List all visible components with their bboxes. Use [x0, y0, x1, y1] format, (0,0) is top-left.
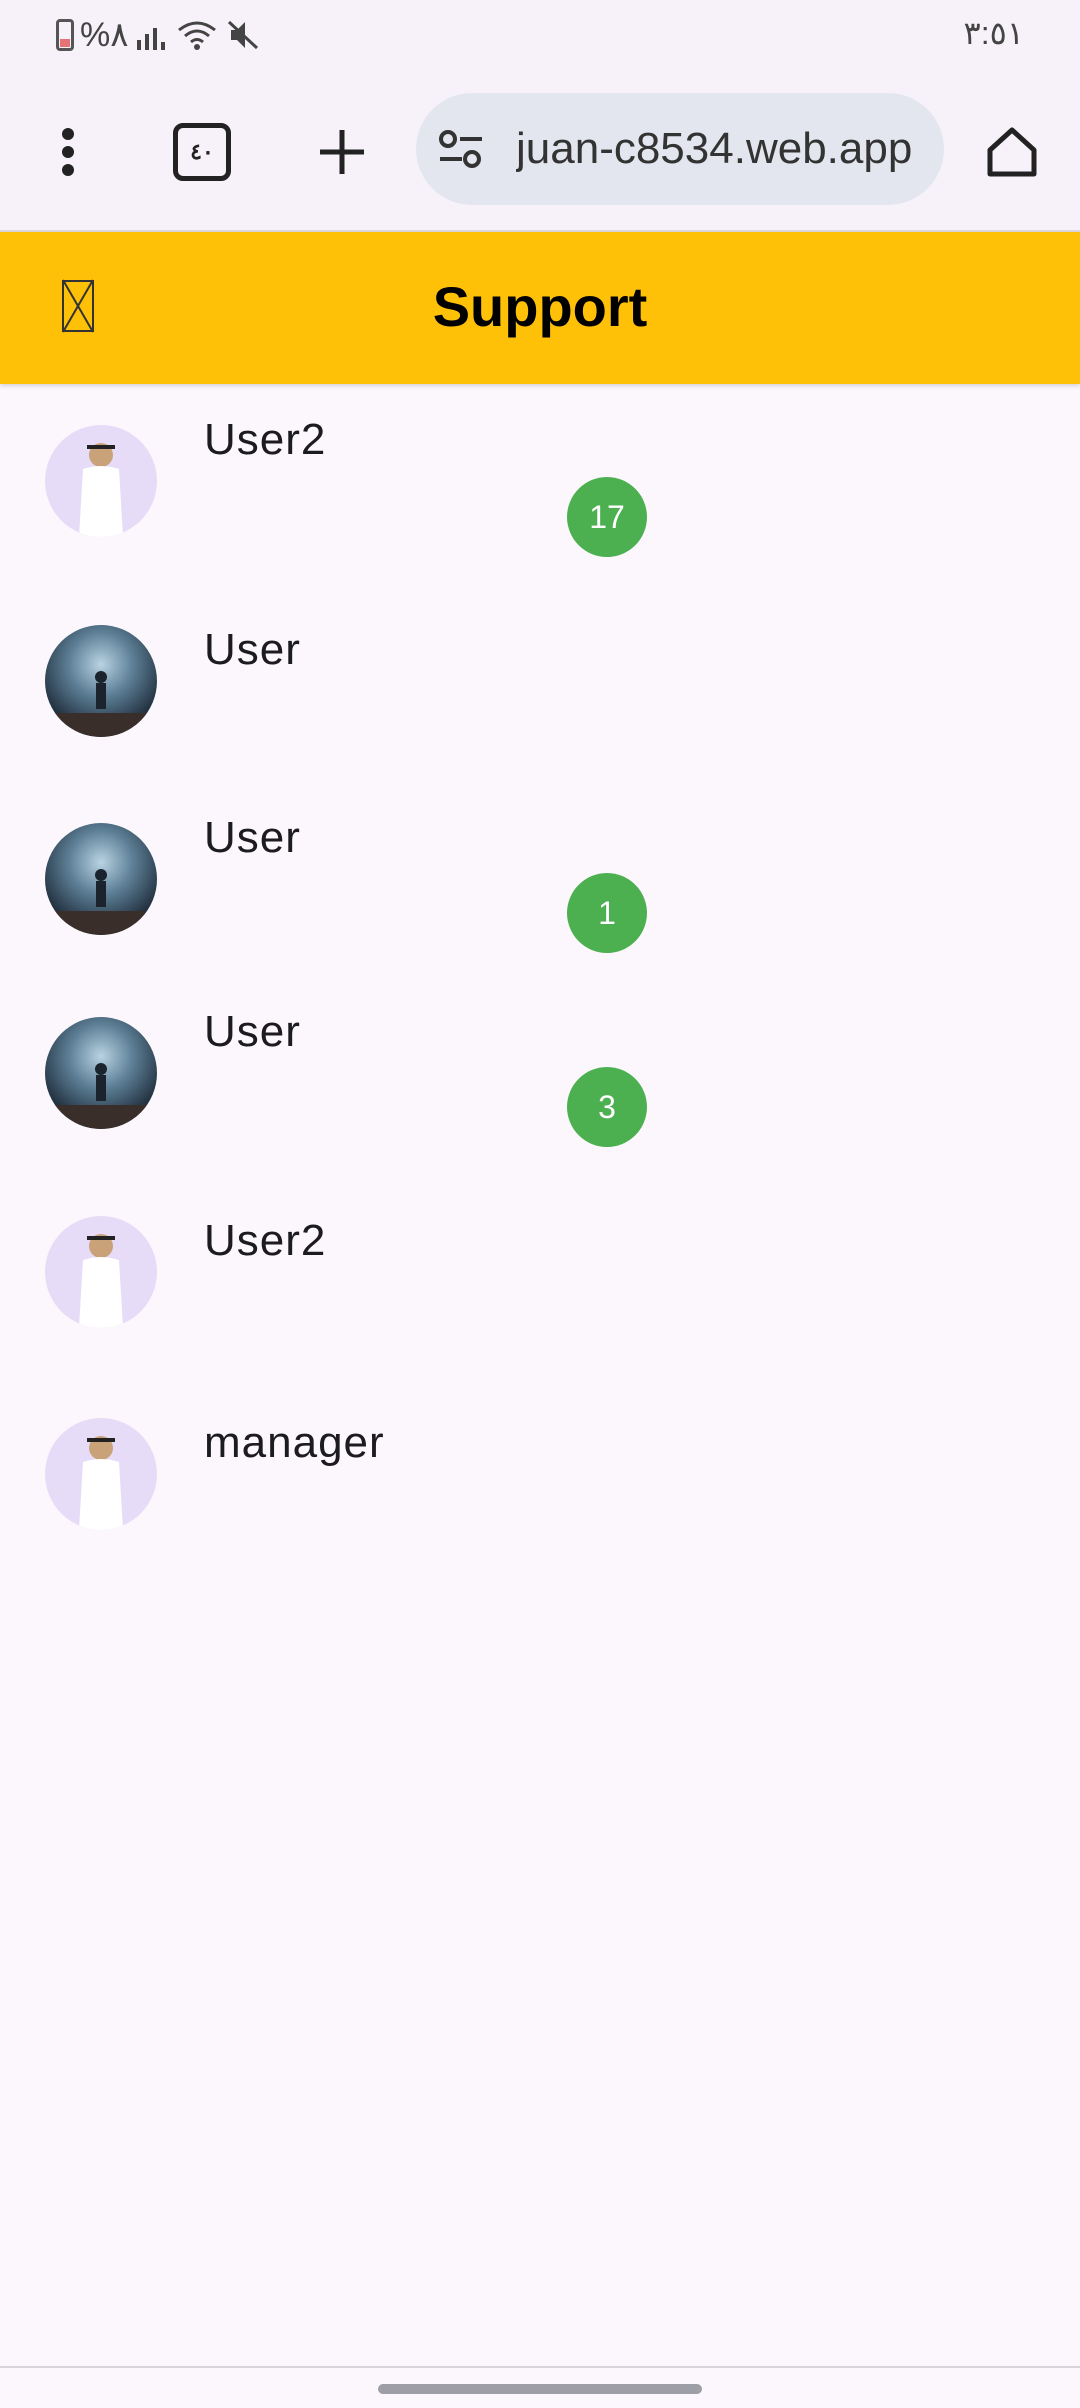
chat-name: User2	[204, 1216, 327, 1265]
home-button[interactable]	[974, 114, 1050, 190]
chat-list-item[interactable]: User	[0, 595, 1080, 775]
new-tab-button[interactable]	[304, 114, 380, 190]
chat-list-item[interactable]: User2	[0, 1186, 1080, 1366]
chat-list-item[interactable]: User2 17	[0, 395, 1080, 575]
person-icon	[45, 869, 157, 935]
home-icon	[987, 127, 1037, 177]
avatar	[45, 823, 157, 935]
person-icon	[79, 1436, 123, 1530]
chat-name: manager	[204, 1418, 385, 1467]
browser-toolbar: ٤٠ juan-c8534.web.app	[0, 70, 1080, 232]
chat-name: User	[204, 625, 301, 674]
bottom-divider	[0, 2366, 1080, 2368]
url-text[interactable]: juan-c8534.web.app	[516, 124, 936, 174]
unread-badge: 1	[567, 873, 647, 953]
person-icon	[79, 443, 123, 537]
chat-name: User	[204, 1007, 301, 1056]
chat-name: User	[204, 813, 301, 862]
chat-list-item[interactable]: User 3	[0, 987, 1080, 1167]
more-vert-icon	[62, 128, 74, 176]
chat-list-item[interactable]: manager	[0, 1388, 1080, 1568]
battery-icon	[56, 19, 74, 51]
wifi-icon	[177, 21, 216, 50]
site-settings-icon[interactable]	[438, 129, 484, 169]
avatar	[45, 625, 157, 737]
clock: ٣:٥١	[963, 15, 1024, 51]
person-icon	[45, 1063, 157, 1129]
chat-name: User2	[204, 415, 327, 464]
avatar	[45, 1418, 157, 1530]
signal-icon	[136, 28, 165, 50]
mute-icon	[227, 20, 258, 50]
tabs-count: ٤٠	[190, 139, 214, 164]
page-title: Support	[432, 275, 648, 338]
avatar	[45, 1017, 157, 1129]
tabs-button[interactable]: ٤٠	[164, 114, 240, 190]
status-icons: %٨	[56, 14, 261, 56]
chat-list-item[interactable]: User 1	[0, 793, 1080, 973]
avatar	[45, 425, 157, 537]
avatar	[45, 1216, 157, 1328]
home-indicator[interactable]	[378, 2384, 702, 2394]
unread-badge: 3	[567, 1067, 647, 1147]
more-options-button[interactable]	[30, 114, 106, 190]
battery-percent: %٨	[80, 16, 129, 54]
person-icon	[45, 671, 157, 737]
status-bar: %٨ ٣:٥١	[0, 0, 1080, 70]
unread-badge: 17	[567, 477, 647, 557]
person-icon	[79, 1234, 123, 1328]
address-bar[interactable]: juan-c8534.web.app	[416, 93, 944, 205]
app-bar: Support	[0, 232, 1080, 384]
plus-icon	[320, 130, 364, 174]
tabs-icon: ٤٠	[173, 123, 231, 181]
